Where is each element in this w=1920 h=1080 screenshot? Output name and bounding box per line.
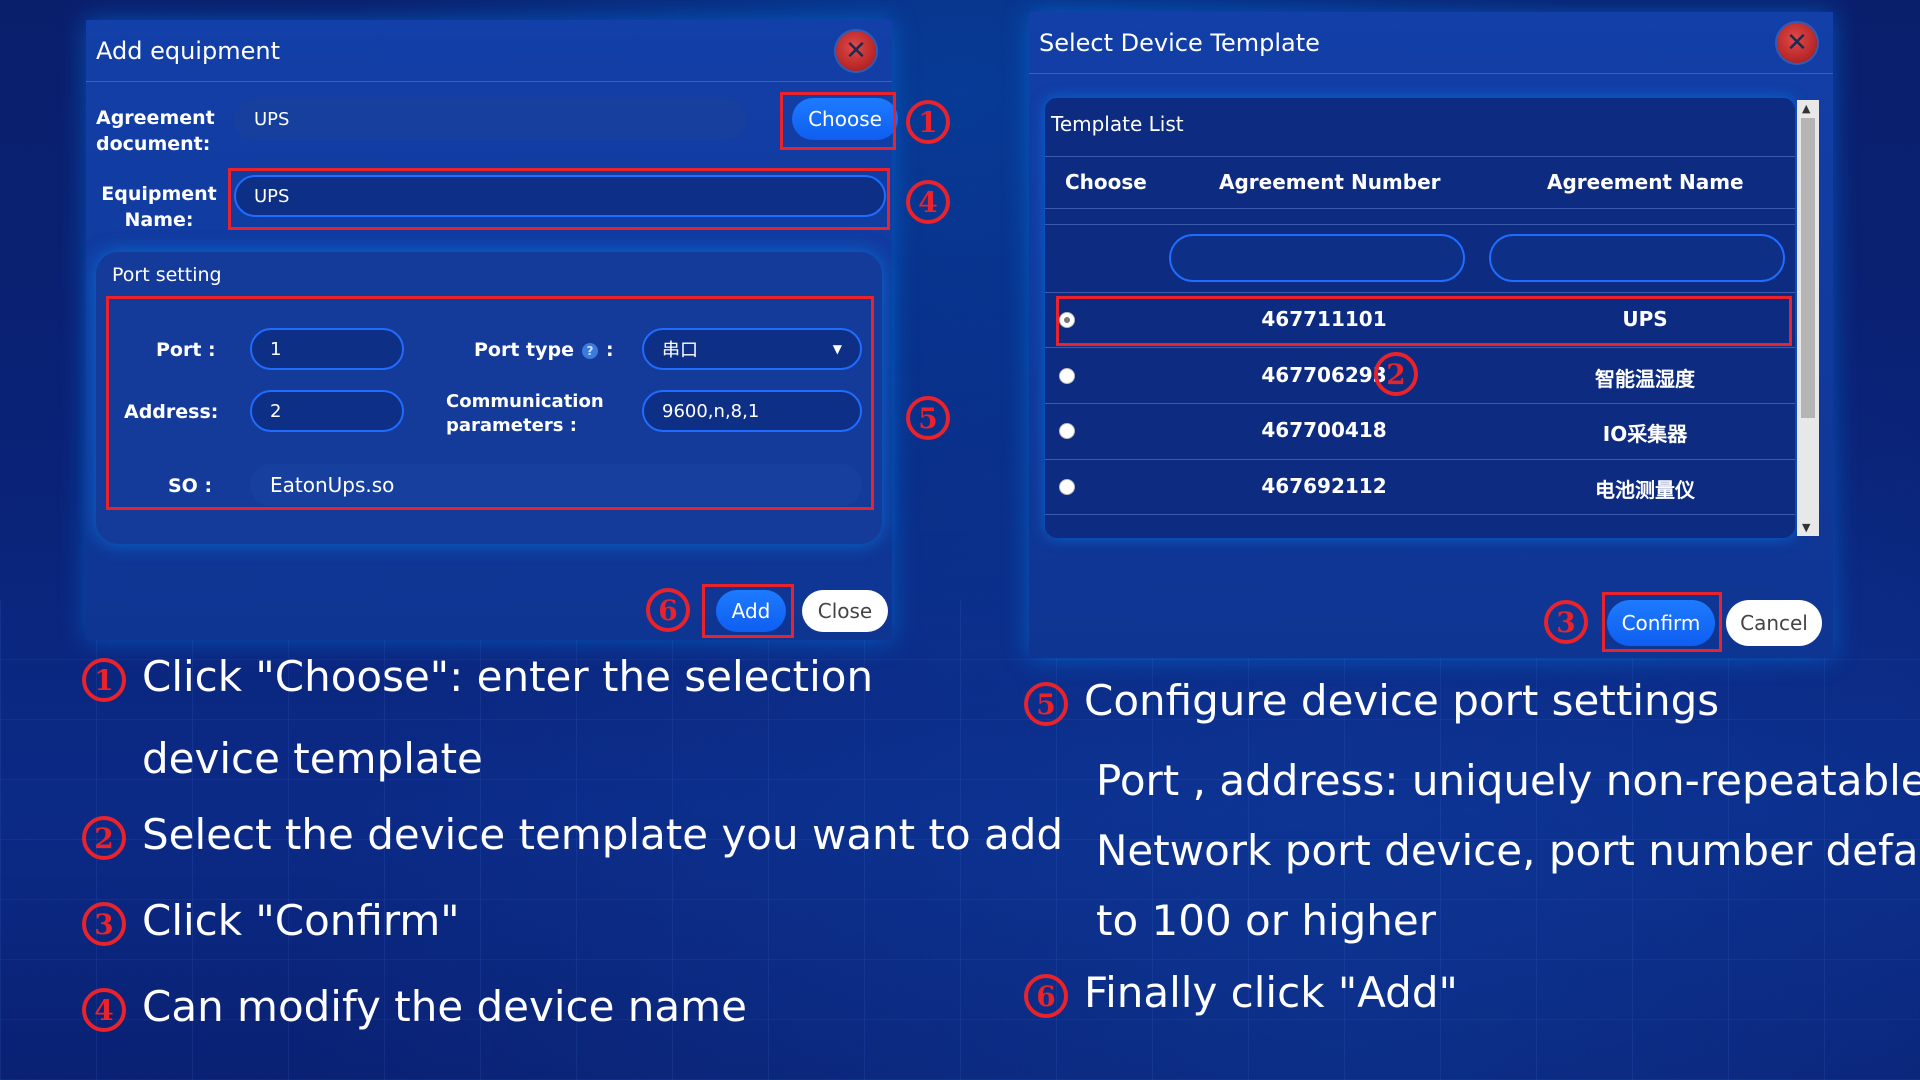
marker-6: 6: [646, 588, 690, 632]
agreement-name-cell: 智能温湿度: [1595, 367, 1695, 391]
marker-2: 2: [1374, 352, 1418, 396]
agreement-number-cell: 467700418: [1261, 418, 1387, 442]
equipment-name-label: Equipment Name:: [101, 183, 217, 231]
template-list-title: Template List: [1051, 112, 1184, 136]
instruction-step-5: Configure device port settings: [1084, 676, 1720, 725]
port-setting-title: Port setting: [112, 264, 222, 286]
radio-icon[interactable]: [1059, 479, 1075, 495]
divider: [1045, 514, 1795, 515]
highlight-add: [702, 584, 794, 638]
step-2-marker: 2: [82, 816, 126, 860]
scroll-down-icon[interactable]: ▼: [1802, 521, 1810, 534]
highlight-equipment-name: [228, 168, 890, 230]
table-row[interactable]: 467706293 智能温湿度: [1045, 348, 1795, 403]
step-3-marker: 3: [82, 902, 126, 946]
instruction-step-1: Click "Choose": enter the selection: [142, 652, 874, 701]
dialog-header: Select Device Template ✕: [1029, 12, 1833, 74]
radio-icon[interactable]: [1059, 423, 1075, 439]
instruction-step-5-line-1: Port , address: uniquely non-repeatable: [1096, 756, 1920, 805]
column-agreement-number: Agreement Number: [1219, 170, 1441, 194]
dialog-title: Select Device Template: [1039, 28, 1320, 57]
step-1-marker: 1: [82, 658, 126, 702]
cancel-button[interactable]: Cancel: [1726, 600, 1822, 646]
table-row[interactable]: 467692112 电池测量仪: [1045, 459, 1795, 514]
scrollbar[interactable]: ▲ ▼: [1797, 100, 1819, 536]
agreement-number-cell: 467692112: [1261, 474, 1387, 498]
step-6-marker: 6: [1024, 974, 1068, 1018]
marker-4: 4: [906, 180, 950, 224]
divider: [1045, 156, 1795, 157]
dialog-title: Add equipment: [96, 36, 280, 65]
highlight-template-row: [1056, 296, 1792, 346]
agreement-label: Agreement document:: [96, 107, 215, 155]
marker-1: 1: [906, 100, 950, 144]
scroll-up-icon[interactable]: ▲: [1802, 102, 1810, 115]
agreement-input[interactable]: UPS: [234, 98, 746, 140]
table-row[interactable]: 467700418 IO采集器: [1045, 403, 1795, 458]
instruction-step-5-line-3: to 100 or higher: [1096, 896, 1437, 945]
column-agreement-name: Agreement Name: [1547, 170, 1744, 194]
highlight-confirm: [1602, 592, 1722, 652]
agreement-name-filter[interactable]: [1489, 234, 1785, 282]
agreement-name-cell: IO采集器: [1602, 422, 1688, 446]
highlight-port-settings: [106, 296, 874, 510]
agreement-number-filter[interactable]: [1169, 234, 1465, 282]
divider: [1045, 224, 1795, 225]
radio-icon[interactable]: [1059, 368, 1075, 384]
instruction-step-6: Finally click "Add": [1084, 968, 1458, 1017]
highlight-choose: [780, 92, 896, 150]
divider: [1045, 208, 1795, 209]
step-5-marker: 5: [1024, 682, 1068, 726]
instruction-step-5-line-2: Network port device, port number default…: [1096, 826, 1920, 875]
instruction-step-3: Click "Confirm": [142, 896, 460, 945]
column-choose: Choose: [1065, 170, 1147, 194]
close-button[interactable]: Close: [802, 590, 888, 632]
close-icon[interactable]: ✕: [1777, 22, 1817, 63]
agreement-name-cell: 电池测量仪: [1595, 478, 1695, 502]
instruction-step-4: Can modify the device name: [142, 982, 747, 1031]
close-icon[interactable]: ✕: [836, 30, 876, 71]
scroll-thumb[interactable]: [1801, 118, 1815, 418]
step-4-marker: 4: [82, 988, 126, 1032]
instruction-step-1-continued: device template: [142, 734, 483, 783]
marker-5: 5: [906, 396, 950, 440]
instruction-step-2: Select the device template you want to a…: [142, 810, 1064, 859]
marker-3: 3: [1544, 600, 1588, 644]
dialog-header: Add equipment ✕: [86, 20, 892, 82]
